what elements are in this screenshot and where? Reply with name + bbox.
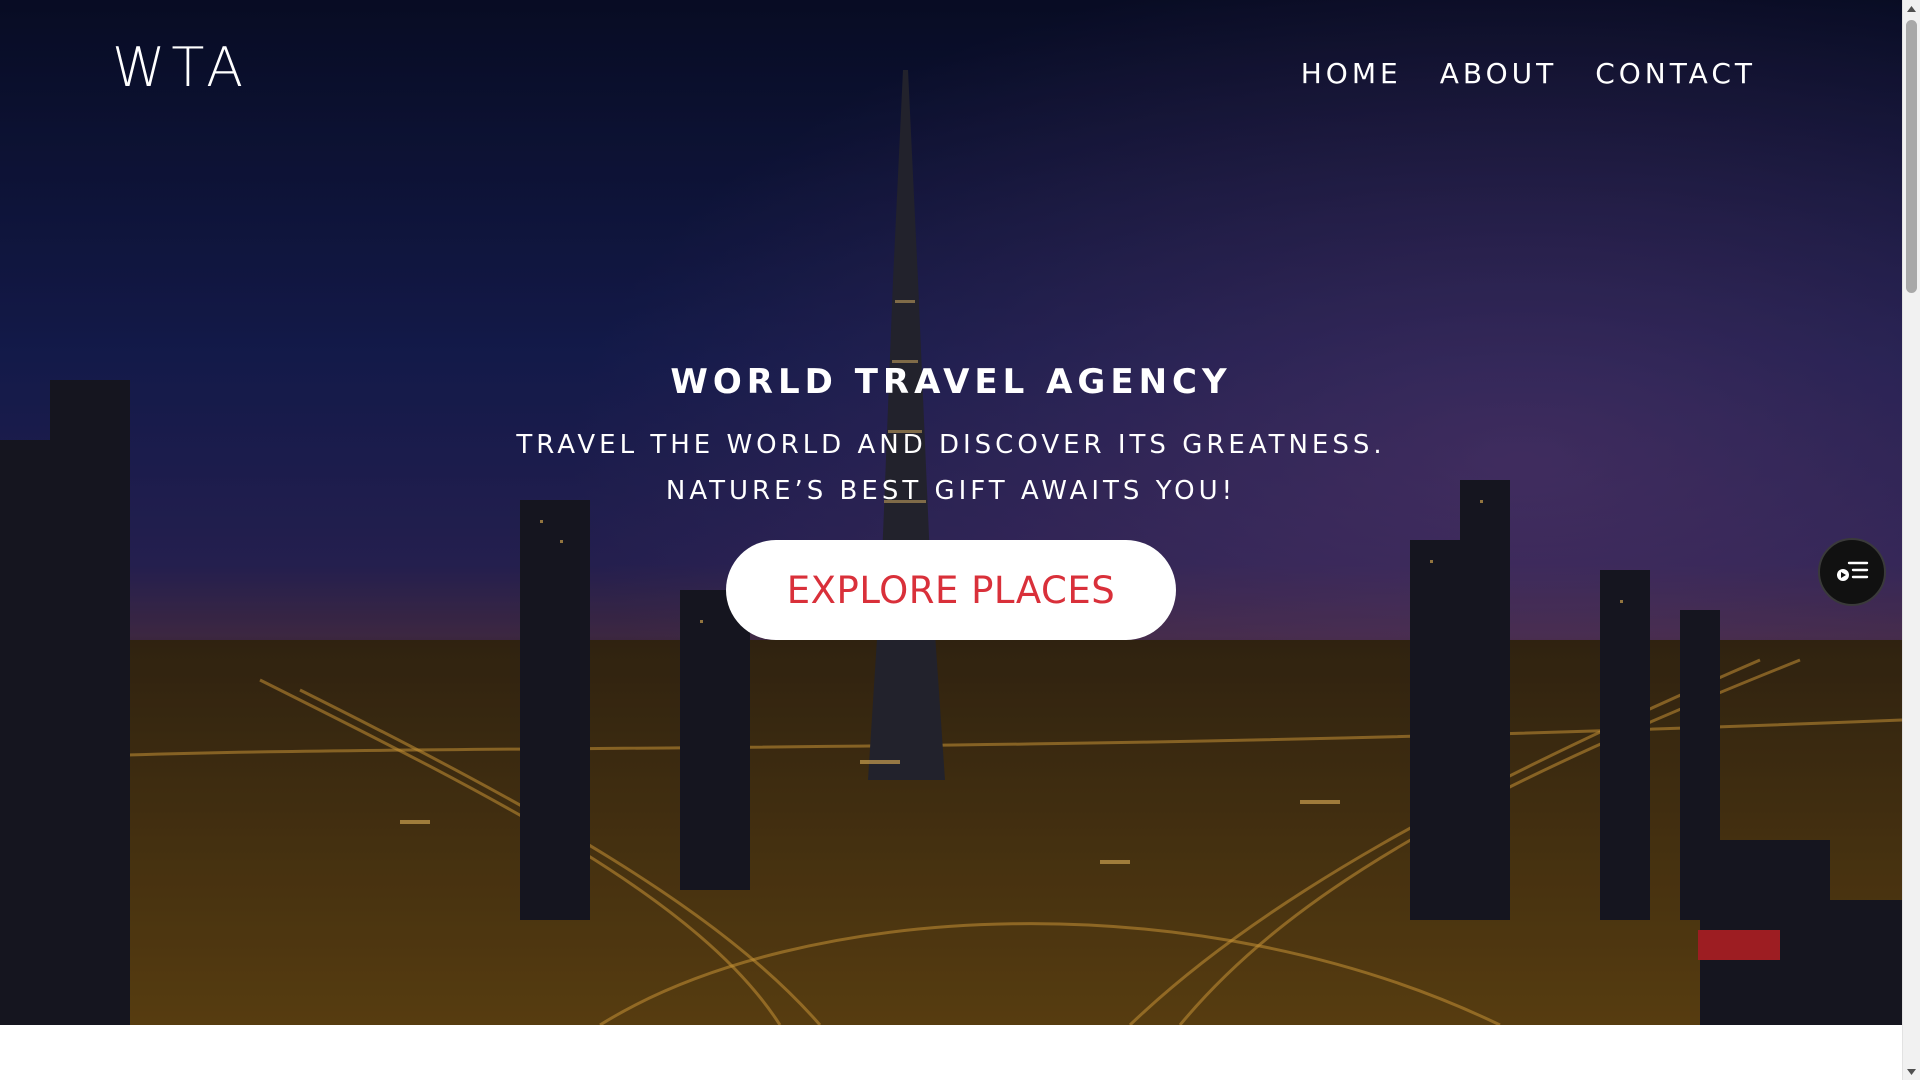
page: WTA HOME ABOUT CONTACT WORLD TRAVEL AGEN… [0, 0, 1920, 1080]
hero-subtitle: TRAVEL THE WORLD AND DISCOVER ITS GREATN… [0, 422, 1902, 514]
scroll-up-arrow-icon[interactable] [1903, 0, 1920, 17]
explore-places-button[interactable]: EXPLORE PLACES [726, 540, 1176, 640]
hero-title: WORLD TRAVEL AGENCY [670, 362, 1232, 402]
main-nav: HOME ABOUT CONTACT [1301, 54, 1756, 94]
scroll-down-arrow-icon[interactable] [1903, 1063, 1920, 1080]
site-logo[interactable]: WTA [112, 36, 249, 100]
floating-menu-button[interactable] [1818, 538, 1886, 606]
content-below-fold [0, 1025, 1902, 1080]
hero-subtitle-line-2: NATURE’S BEST GIFT AWAITS YOU! [665, 476, 1237, 506]
nav-about-link[interactable]: ABOUT [1440, 54, 1558, 94]
menu-list-icon [1837, 561, 1869, 581]
scrollbar-thumb[interactable] [1906, 20, 1917, 293]
page-scrollbar[interactable] [1902, 0, 1920, 1080]
hero-subtitle-line-1: TRAVEL THE WORLD AND DISCOVER ITS GREATN… [516, 430, 1386, 460]
hero-section: WTA HOME ABOUT CONTACT WORLD TRAVEL AGEN… [0, 0, 1902, 1025]
hero-content: WORLD TRAVEL AGENCY TRAVEL THE WORLD AND… [0, 356, 1902, 640]
nav-home-link[interactable]: HOME [1301, 54, 1402, 94]
nav-contact-link[interactable]: CONTACT [1595, 54, 1756, 94]
